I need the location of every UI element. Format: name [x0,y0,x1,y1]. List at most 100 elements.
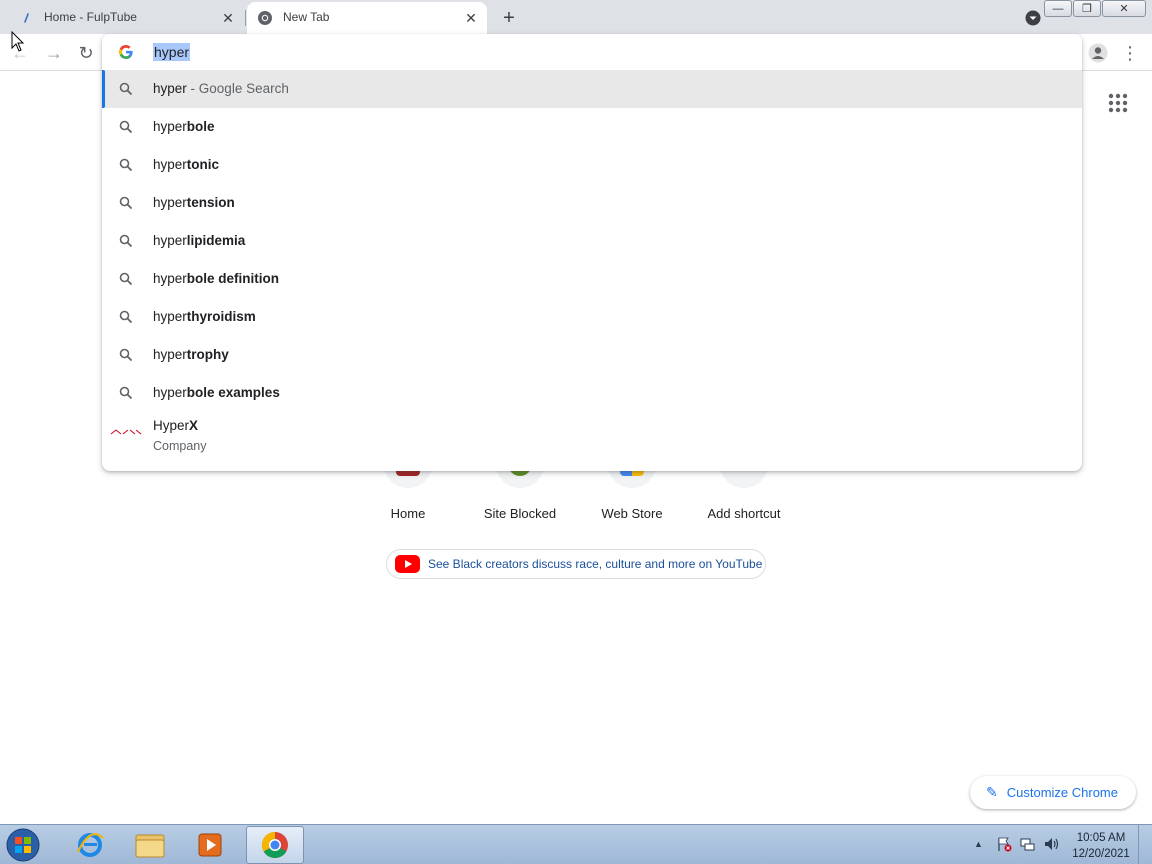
suggestion-completion: trophy [186,347,229,362]
entity-completion: X [189,418,199,433]
clock-date: 12/20/2021 [1072,848,1130,860]
suggestion-typed: hyper [153,233,187,248]
suggestion-text: hyperlipidemia [153,233,245,248]
taskbar-clock[interactable]: 10:05 AM 12/20/2021 [1070,830,1132,862]
media-player-icon [198,833,222,857]
profile-button[interactable] [1084,39,1112,67]
google-g-icon [119,45,133,59]
suggestion-text: hyper - Google Search [153,81,289,96]
taskbar-internet-explorer[interactable] [62,826,118,864]
close-window-button[interactable]: ✕ [1102,0,1146,17]
suggestion-typed: hyper [153,195,187,210]
suggestion-item[interactable]: hyperlipidemia [102,222,1082,260]
tab-title: New Tab [283,10,330,24]
tab-search-button[interactable] [1022,7,1044,29]
network-icon[interactable] [1019,836,1035,852]
suggestion-typed: hyper [153,157,187,172]
tray-expand-arrow-icon[interactable]: ▲ [974,839,983,849]
new-tab-button[interactable]: + [496,5,522,31]
chevron-down-circle-icon [1025,10,1041,26]
chrome-menu-button[interactable]: ⋮ [1116,39,1144,67]
suggestion-completion: bole definition [186,271,280,286]
forward-button[interactable]: → [40,39,68,67]
taskbar-chrome[interactable] [246,826,304,864]
minimize-button[interactable]: — [1044,0,1072,17]
suggestion-item[interactable]: hyperbole definition [102,260,1082,298]
search-icon [119,158,133,172]
suggestion-completion: tonic [186,157,220,172]
show-desktop-button[interactable] [1138,825,1152,864]
omnibox-dropdown: hyper hyper - Google Search hyperbole hy… [102,34,1082,471]
tab-fulptube[interactable]: Home - FulpTube ✕ [8,2,244,34]
tab-new-tab[interactable]: New Tab ✕ [247,2,487,34]
suggestion-typed: hyper [153,119,187,134]
suggestion-typed: hyper [153,309,187,324]
suggestion-typed: hyper [153,81,187,96]
suggestion-typed: hyper [153,271,187,286]
suggestion-text: hyperbole [153,119,215,134]
search-icon [119,386,133,400]
suggestion-completion: thyroidism [186,309,256,324]
windows-taskbar: ▲ 10:05 AM 12/20/2021 [0,824,1152,864]
suggestion-item[interactable]: hyperbole examples [102,374,1082,412]
entity-typed: Hyper [153,418,190,433]
search-icon [119,120,133,134]
fulptube-favicon-icon [24,13,29,23]
reload-button[interactable]: ↻ [72,39,100,67]
tab-close-icon[interactable]: ✕ [218,8,238,28]
shortcut-label: Add shortcut [707,506,781,521]
youtube-logo-icon [395,555,420,573]
search-icon [119,348,133,362]
promo-text: See Black creators discuss race, culture… [428,557,763,571]
suggestion-text: hyperbole definition [153,271,279,286]
tab-separator [245,10,246,26]
suggestion-completion: bole examples [186,385,280,400]
hyperx-logo-icon [110,429,142,435]
restore-button[interactable]: ❐ [1073,0,1101,17]
suggestion-text: hypertonic [153,157,219,172]
entity-suggestion-item[interactable]: HyperX Company [102,412,1082,460]
suggestion-completion: lipidemia [186,233,246,248]
shortcut-label: Home [390,506,426,521]
suggestion-typed: hyper [153,385,187,400]
taskbar-file-explorer[interactable] [122,826,178,864]
entity-subtitle: Company [153,439,207,453]
mouse-cursor-icon [11,31,25,52]
shortcut-label: Web Store [601,506,663,521]
suggestion-item[interactable]: hypertonic [102,146,1082,184]
windows-start-orb-icon [6,828,40,862]
suggestion-text: hypertension [153,195,235,210]
suggestion-text: hyperthyroidism [153,309,256,324]
suggestion-typed: hyper [153,347,187,362]
profile-avatar-icon [1088,43,1108,63]
search-icon [119,310,133,324]
suggestion-item[interactable]: hyper - Google Search [102,70,1082,108]
volume-icon[interactable] [1043,836,1061,852]
search-icon [119,82,133,96]
internet-explorer-icon [77,833,104,857]
suggestion-item[interactable]: hyperbole [102,108,1082,146]
google-apps-icon[interactable] [1106,91,1130,115]
omnibox-input[interactable]: hyper [153,43,191,61]
search-icon [119,196,133,210]
chrome-icon [261,831,288,859]
pencil-icon: ✎ [986,784,998,800]
suggestion-item[interactable]: hypertension [102,184,1082,222]
tab-close-icon[interactable]: ✕ [461,8,481,28]
suggestion-text: hypertrophy [153,347,229,362]
action-center-flag-icon[interactable] [996,836,1012,852]
youtube-promo-link[interactable]: See Black creators discuss race, culture… [386,549,766,579]
folder-icon [135,834,165,858]
suggestion-description: - Google Search [190,81,289,96]
chrome-favicon-icon [258,11,272,25]
omnibox[interactable]: hyper [102,34,1082,70]
taskbar-media-player[interactable] [182,826,238,864]
suggestion-completion: tension [186,195,235,210]
customize-chrome-button[interactable]: ✎ Customize Chrome [970,776,1136,809]
clock-time: 10:05 AM [1076,832,1126,844]
suggestion-text: hyperbole examples [153,385,280,400]
start-button[interactable] [2,826,48,864]
entity-title: HyperX [153,418,198,433]
suggestion-item[interactable]: hypertrophy [102,336,1082,374]
suggestion-item[interactable]: hyperthyroidism [102,298,1082,336]
